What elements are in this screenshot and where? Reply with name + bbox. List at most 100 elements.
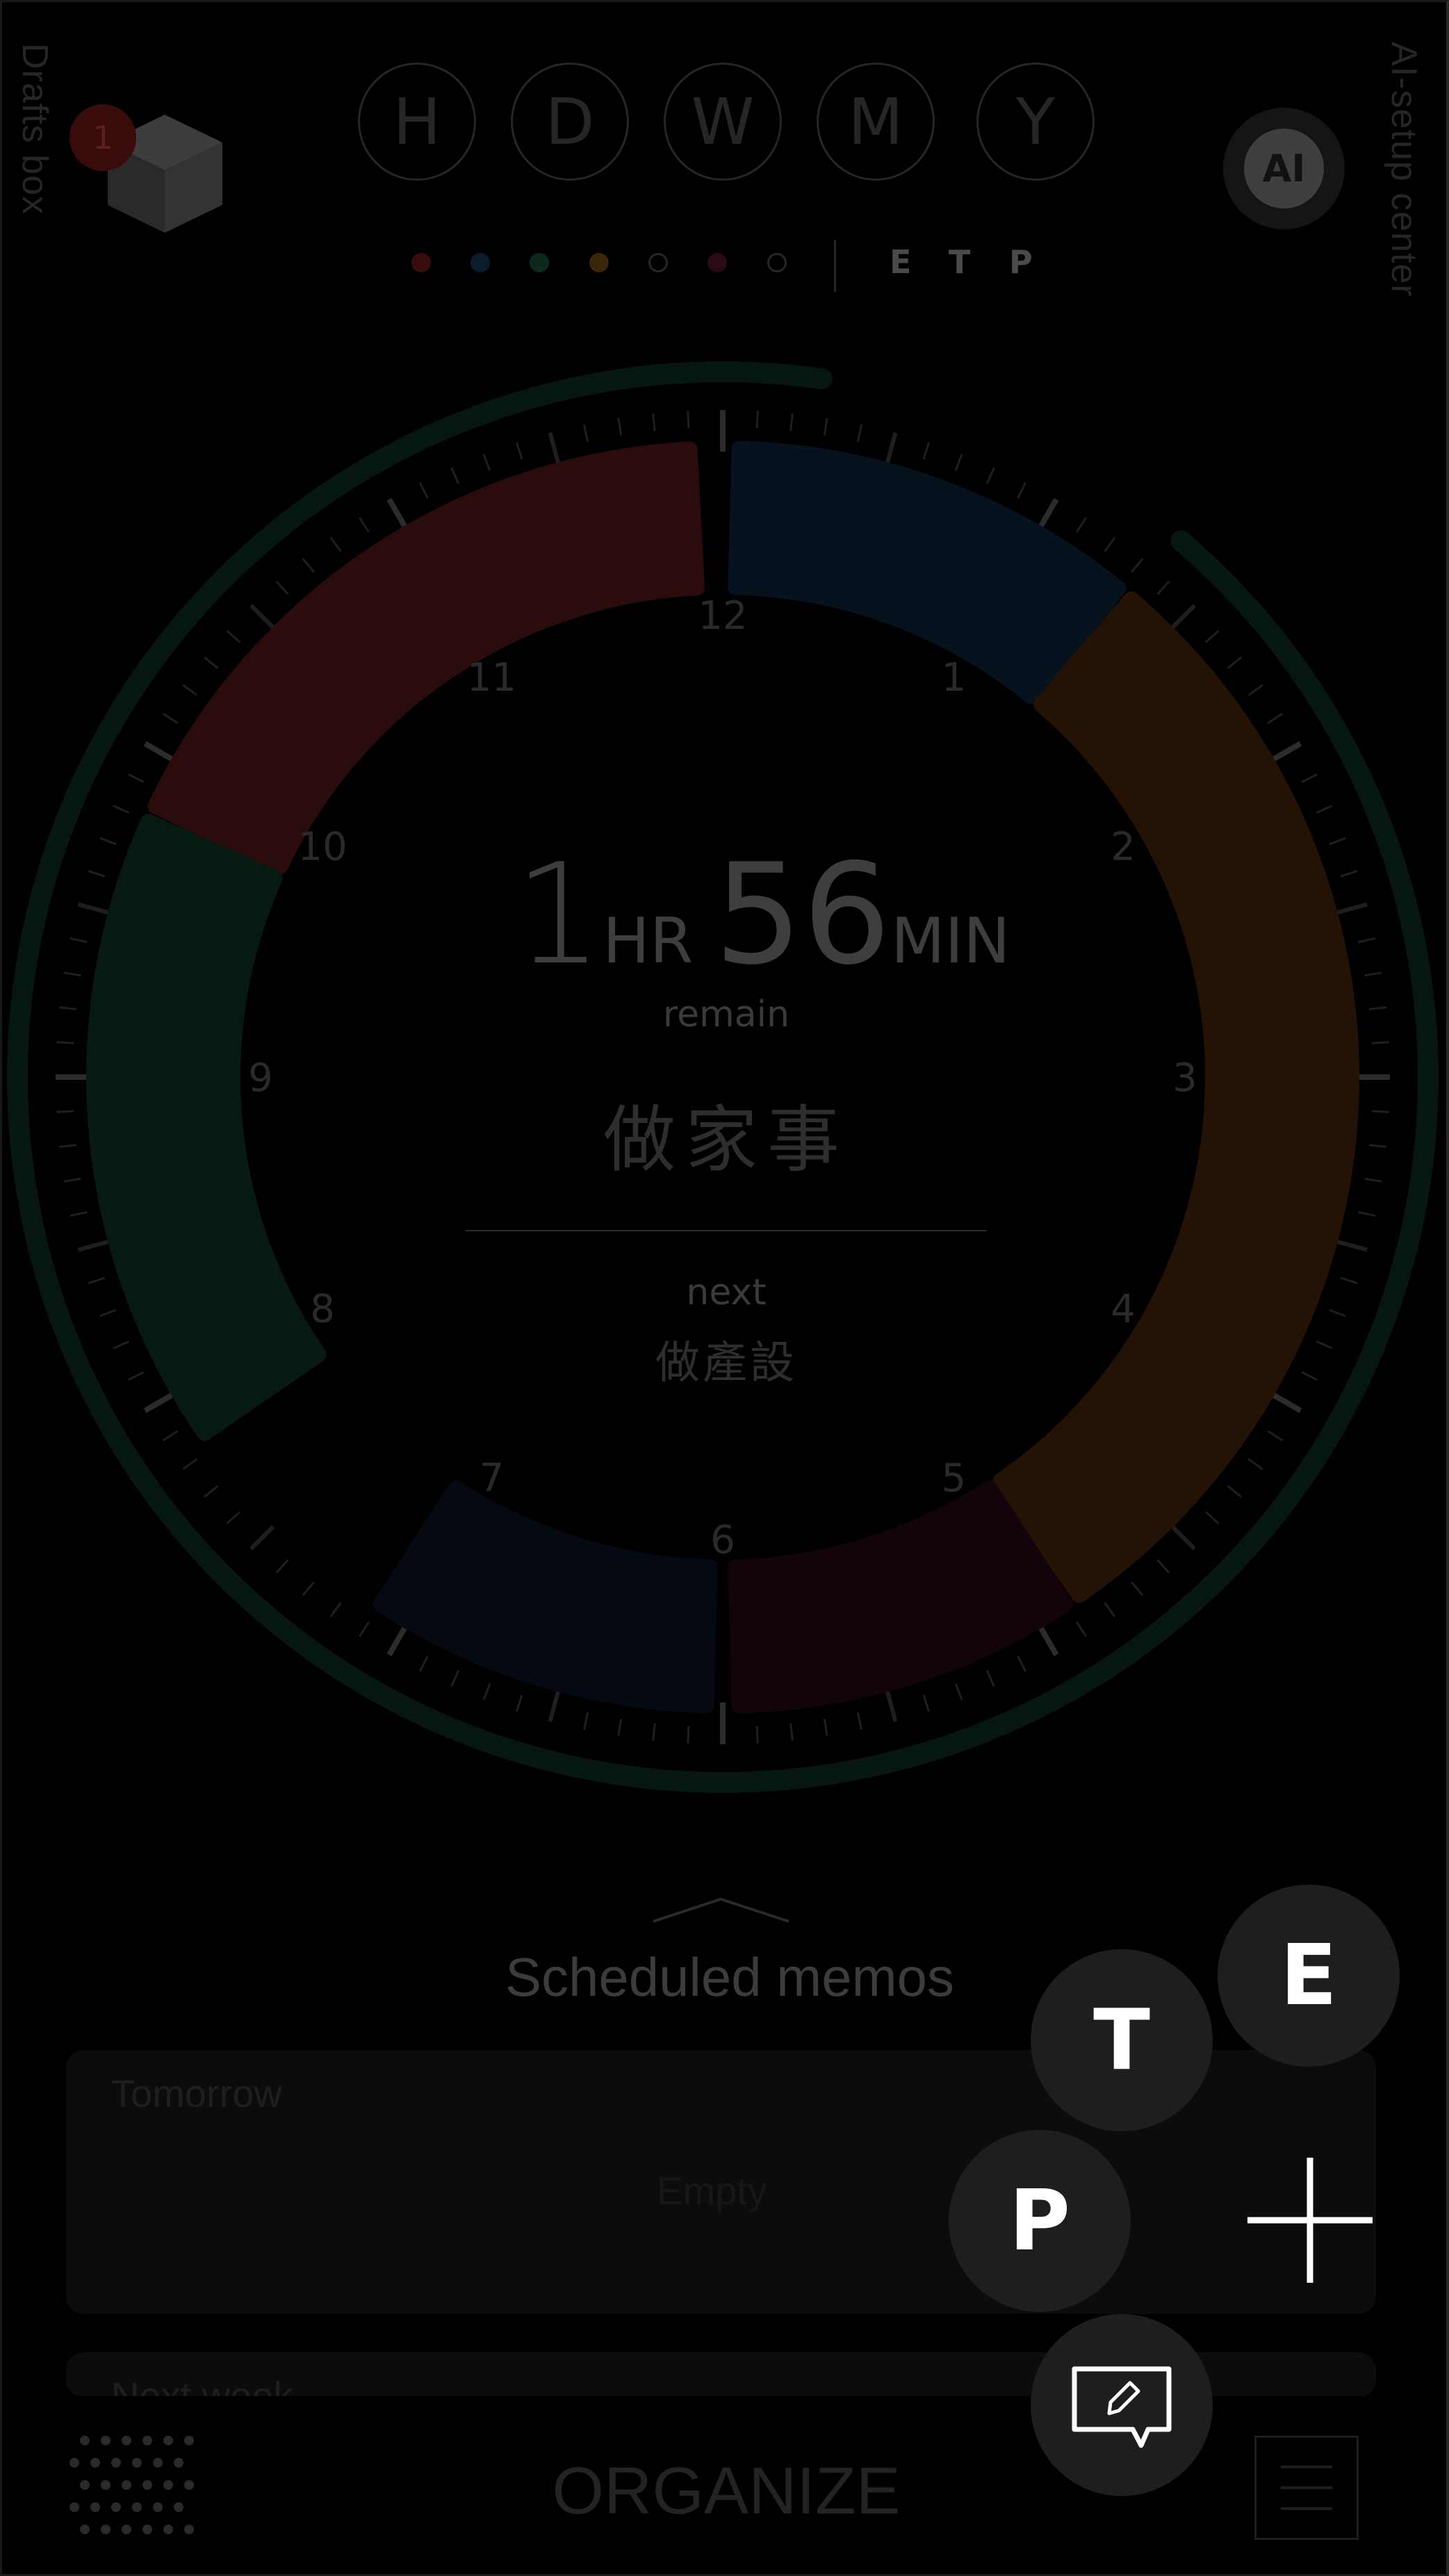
clock-tick (515, 1694, 523, 1712)
hour-label: 8 (310, 1287, 335, 1332)
ai-setup-label[interactable]: AI-setup center (1383, 42, 1425, 297)
color-filter-dot[interactable] (648, 253, 668, 272)
color-filter-dot[interactable] (470, 253, 490, 272)
hour-label: 10 (297, 825, 347, 870)
clock-tick (1316, 1340, 1333, 1349)
period-hour[interactable]: H (358, 63, 476, 181)
clock-tick (789, 413, 794, 432)
clock-tick (1170, 604, 1196, 630)
clock-tick (617, 418, 623, 436)
color-filter-dot[interactable] (767, 253, 787, 272)
clock-tick (823, 418, 828, 436)
fab-close-button[interactable] (1244, 2154, 1376, 2286)
clock-tick (69, 1211, 88, 1217)
clock-tick (1131, 1581, 1144, 1597)
chevron-up-icon[interactable] (650, 1894, 792, 1925)
hour-label: 1 (942, 655, 967, 700)
drafts-box-button[interactable]: 1 (69, 104, 229, 240)
clock-tick (652, 413, 656, 432)
clock-tick (922, 1694, 931, 1712)
color-filter-dot[interactable] (530, 253, 549, 272)
fab-t-button[interactable]: T (1031, 1949, 1213, 2131)
segment-crimson (728, 1480, 1073, 1714)
color-filter-dot[interactable] (411, 253, 431, 272)
clock-tick (1371, 1041, 1389, 1044)
menu-button[interactable] (1254, 2436, 1359, 2540)
filter-divider (834, 240, 836, 292)
clock-tick (1340, 869, 1358, 878)
clock-tick (1358, 937, 1376, 944)
clock-tick (275, 1559, 289, 1574)
clock-tick (63, 971, 81, 977)
clock-tick (450, 1670, 460, 1687)
clock-tick (59, 1006, 77, 1010)
clock-tick (88, 869, 106, 878)
period-month[interactable]: M (817, 63, 935, 181)
clock-tick (1104, 536, 1116, 552)
clock-tick (1247, 1458, 1263, 1470)
clock-tick (1227, 656, 1243, 669)
color-filter-dot[interactable] (707, 253, 727, 272)
clock-tick (275, 580, 289, 596)
clock-tick (77, 902, 109, 915)
clock-tick (755, 1725, 759, 1744)
period-week[interactable]: W (664, 63, 782, 181)
clock-tick (1364, 971, 1382, 977)
clock-tick (329, 1602, 342, 1618)
color-filter-dot[interactable] (589, 253, 609, 272)
clock-tick (1204, 630, 1220, 643)
filter-mode-p[interactable]: P (1009, 243, 1033, 281)
drafts-badge: 1 (69, 104, 136, 171)
remaining-time: 1HR 56MIN (514, 834, 1010, 996)
segment-blue (728, 441, 1127, 705)
clock-tick (1329, 837, 1346, 846)
segment-navy (373, 1480, 718, 1714)
fab-memo-button[interactable] (1031, 2314, 1213, 2496)
clock-tick (823, 1718, 828, 1737)
hamburger-icon (1281, 2466, 1332, 2510)
hour-label: 12 (698, 593, 747, 639)
clock-tick (99, 1308, 117, 1318)
clock-tick (418, 1655, 429, 1673)
clock-tick (687, 411, 690, 429)
period-year[interactable]: Y (976, 63, 1095, 181)
min-unit: MIN (890, 905, 1010, 978)
clock-tick (1340, 1277, 1358, 1285)
clock-tick (856, 424, 863, 442)
clock-tick (1156, 1559, 1170, 1574)
filter-mode-t[interactable]: T (949, 243, 970, 281)
clock-tick (1368, 1006, 1386, 1010)
clock-tick (56, 1041, 74, 1044)
ai-setup-button[interactable]: AI (1223, 108, 1345, 229)
grid-dots-icon[interactable] (66, 2432, 198, 2543)
organize-title: ORGANIZE (552, 2454, 901, 2528)
center-divider (466, 1230, 987, 1231)
plus-icon (1247, 2158, 1373, 2283)
hour-label: 4 (1111, 1287, 1136, 1332)
clock-tick (358, 1621, 370, 1637)
clock-tick (69, 937, 88, 944)
clock-tick (226, 630, 241, 643)
clock-tick (249, 604, 275, 630)
clock-tick (856, 1712, 863, 1730)
hour-label: 3 (1172, 1056, 1197, 1101)
clock-tick (482, 454, 491, 471)
fab-p-button[interactable]: P (949, 2130, 1131, 2312)
segment-red (147, 441, 705, 874)
filter-mode-e[interactable]: E (890, 243, 911, 281)
remain-label: remain (662, 994, 790, 1035)
drafts-box-label[interactable]: Drafts box (14, 43, 56, 215)
next-label: next (686, 1272, 767, 1313)
clock-tick (203, 1485, 219, 1498)
hour-label: 5 (942, 1456, 967, 1501)
clock-tick (1267, 712, 1283, 725)
clock-tick (548, 1691, 561, 1723)
period-day[interactable]: D (511, 63, 629, 181)
clock-tick (954, 1683, 963, 1700)
clock-tick (302, 1581, 315, 1597)
clock-tick (1371, 1110, 1389, 1113)
clock-tick (59, 1144, 77, 1148)
clock-tick (1358, 1211, 1376, 1217)
fab-e-button[interactable]: E (1218, 1885, 1400, 2067)
clock-tick (182, 1458, 198, 1470)
